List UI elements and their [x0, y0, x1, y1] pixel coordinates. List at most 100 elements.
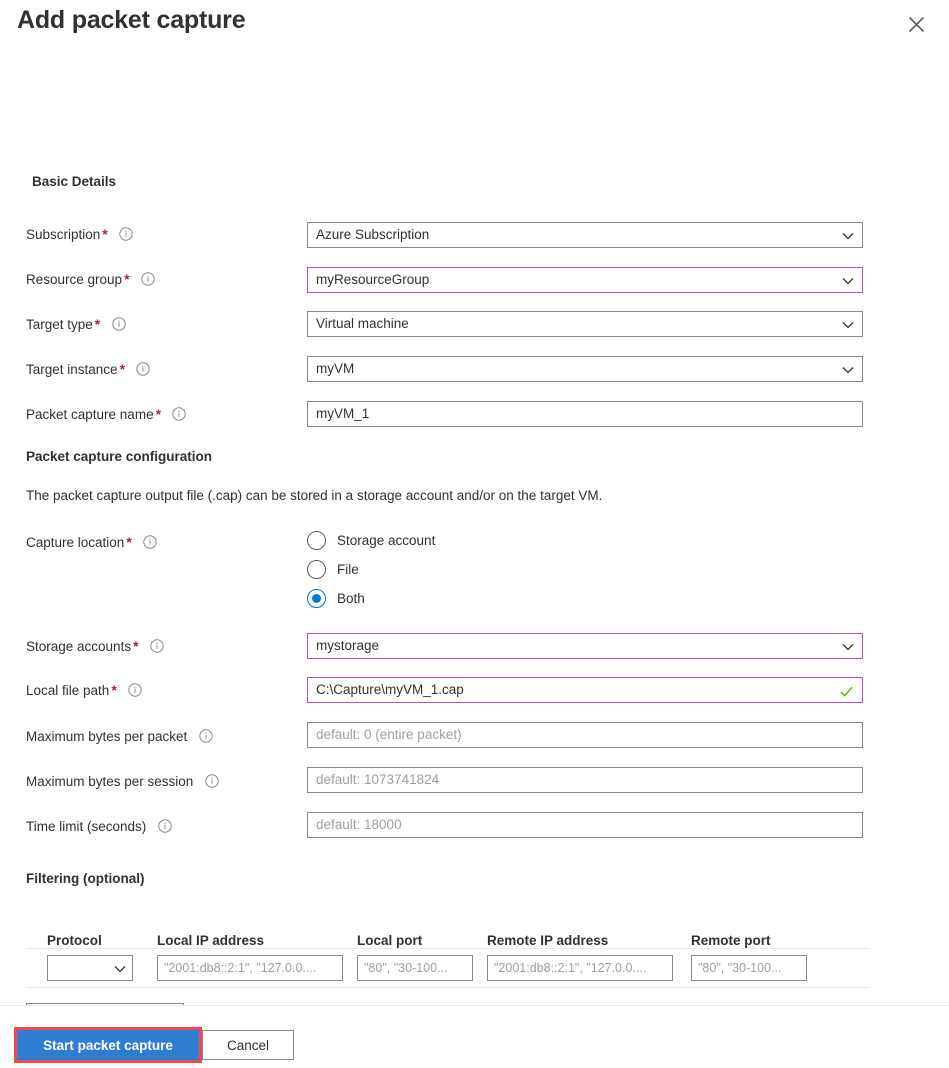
field-row-target-instance: Target instance *: [26, 357, 151, 383]
info-icon[interactable]: [112, 317, 126, 331]
close-button[interactable]: [903, 11, 929, 37]
label-max-bytes-per-packet: Maximum bytes per packet: [26, 729, 188, 744]
max-bytes-per-packet-placeholder: default: 0 (entire packet): [316, 727, 462, 742]
radio-storage-account[interactable]: Storage account: [307, 526, 435, 555]
field-row-storage-accounts: Storage accounts *: [26, 634, 164, 660]
section-heading-basic-details: Basic Details: [32, 174, 117, 189]
max-bytes-per-session-placeholder: default: 1073741824: [316, 772, 440, 787]
field-row-target-type: Target type *: [26, 312, 126, 338]
label-resource-group: Resource group: [26, 272, 123, 287]
radio-label: Storage account: [337, 533, 436, 548]
checkmark-icon: [839, 683, 854, 707]
required-marker: *: [94, 316, 101, 332]
target-instance-dropdown[interactable]: myVM: [307, 356, 863, 382]
capture-location-radio-group: Storage account File Both: [307, 526, 435, 613]
blade-footer: Start packet capture Cancel: [0, 1005, 949, 1068]
field-row-subscription: Subscription *: [26, 222, 133, 248]
max-bytes-per-packet-input[interactable]: default: 0 (entire packet): [307, 722, 863, 748]
required-marker: *: [133, 638, 139, 654]
protocol-dropdown[interactable]: [47, 955, 133, 981]
chevron-down-icon: [841, 274, 855, 288]
info-icon[interactable]: [128, 683, 142, 697]
required-marker: *: [102, 226, 108, 242]
field-row-time-limit: Time limit (seconds): [26, 814, 172, 840]
label-max-bytes-per-session: Maximum bytes per session: [26, 774, 194, 789]
section-heading-filtering: Filtering (optional): [26, 871, 145, 886]
remote-port-input[interactable]: "80", "30-100...: [691, 955, 807, 981]
column-header-local-ip: Local IP address: [157, 933, 265, 948]
required-marker: *: [126, 534, 132, 550]
field-row-capture-location: Capture location *: [26, 530, 157, 556]
required-marker: *: [124, 271, 130, 287]
radio-indicator: [307, 589, 326, 608]
page-title: Add packet capture: [17, 6, 246, 34]
radio-label: Both: [337, 591, 365, 606]
label-local-file-path: Local file path: [26, 683, 110, 698]
configuration-helper-text: The packet capture output file (.cap) ca…: [26, 488, 603, 503]
time-limit-input[interactable]: default: 18000: [307, 812, 863, 838]
label-time-limit: Time limit (seconds): [26, 819, 147, 834]
subscription-value: Azure Subscription: [316, 227, 430, 242]
column-header-remote-port: Remote port: [691, 933, 771, 948]
info-icon[interactable]: [150, 639, 164, 653]
label-target-type: Target type: [26, 317, 93, 332]
resource-group-value: myResourceGroup: [316, 272, 430, 287]
target-instance-value: myVM: [316, 361, 355, 376]
info-icon[interactable]: [158, 819, 172, 833]
chevron-down-icon: [841, 640, 855, 654]
target-type-dropdown[interactable]: Virtual machine: [307, 311, 863, 337]
subscription-dropdown[interactable]: Azure Subscription: [307, 222, 863, 248]
column-header-local-port: Local port: [357, 933, 423, 948]
packet-capture-name-value: myVM_1: [316, 406, 370, 421]
filter-criteria-table: Protocol Local IP address Local port Rem…: [26, 920, 869, 988]
label-packet-capture-name: Packet capture name: [26, 407, 154, 422]
label-target-instance: Target instance: [26, 362, 118, 377]
radio-both[interactable]: Both: [307, 584, 435, 613]
column-header-protocol: Protocol: [47, 933, 102, 948]
local-ip-input[interactable]: "2001:db8::2:1", "127.0.0....: [157, 955, 343, 981]
close-icon: [908, 16, 925, 33]
field-row-resource-group: Resource group *: [26, 267, 155, 293]
info-icon[interactable]: [141, 272, 155, 286]
radio-file[interactable]: File: [307, 555, 435, 584]
info-icon[interactable]: [119, 227, 133, 241]
packet-capture-name-input[interactable]: myVM_1: [307, 401, 863, 427]
info-icon[interactable]: [205, 774, 219, 788]
time-limit-placeholder: default: 18000: [316, 817, 402, 832]
chevron-down-icon: [841, 318, 855, 332]
local-port-input[interactable]: "80", "30-100...: [357, 955, 473, 981]
required-marker: *: [119, 361, 126, 377]
required-marker: *: [111, 682, 117, 698]
info-icon[interactable]: [136, 362, 151, 376]
label-storage-accounts: Storage accounts: [26, 639, 132, 654]
info-icon[interactable]: [199, 729, 213, 743]
start-packet-capture-highlight: Start packet capture: [14, 1027, 202, 1063]
info-icon[interactable]: [143, 535, 157, 549]
storage-accounts-dropdown[interactable]: mystorage: [307, 633, 863, 659]
local-file-path-input[interactable]: C:\Capture\myVM_1.cap: [307, 677, 863, 703]
field-row-max-bytes-per-session: Maximum bytes per session: [26, 769, 219, 795]
storage-accounts-value: mystorage: [316, 638, 380, 653]
info-icon[interactable]: [172, 407, 187, 421]
radio-indicator: [307, 560, 326, 579]
field-row-local-file-path: Local file path *: [26, 678, 142, 704]
local-file-path-value: C:\Capture\myVM_1.cap: [316, 682, 464, 697]
column-header-remote-ip: Remote IP address: [487, 933, 609, 948]
label-subscription: Subscription: [26, 227, 101, 242]
chevron-down-icon: [113, 962, 127, 976]
field-row-max-bytes-per-packet: Maximum bytes per packet: [26, 724, 213, 750]
blade-header: Add packet capture: [0, 0, 949, 70]
radio-indicator: [307, 531, 326, 550]
cancel-button[interactable]: Cancel: [202, 1030, 294, 1060]
start-packet-capture-button[interactable]: Start packet capture: [17, 1030, 199, 1060]
chevron-down-icon: [841, 363, 855, 377]
table-header-row: Protocol Local IP address Local port Rem…: [26, 920, 869, 949]
radio-label: File: [337, 562, 359, 577]
target-type-value: Virtual machine: [316, 316, 409, 331]
table-row: "2001:db8::2:1", "127.0.0.... "80", "30-…: [26, 949, 869, 988]
resource-group-dropdown[interactable]: myResourceGroup: [307, 267, 863, 293]
required-marker: *: [155, 406, 162, 422]
remote-ip-input[interactable]: "2001:db8::2:1", "127.0.0....: [487, 955, 673, 981]
field-row-packet-capture-name: Packet capture name *: [26, 402, 187, 428]
max-bytes-per-session-input[interactable]: default: 1073741824: [307, 767, 863, 793]
